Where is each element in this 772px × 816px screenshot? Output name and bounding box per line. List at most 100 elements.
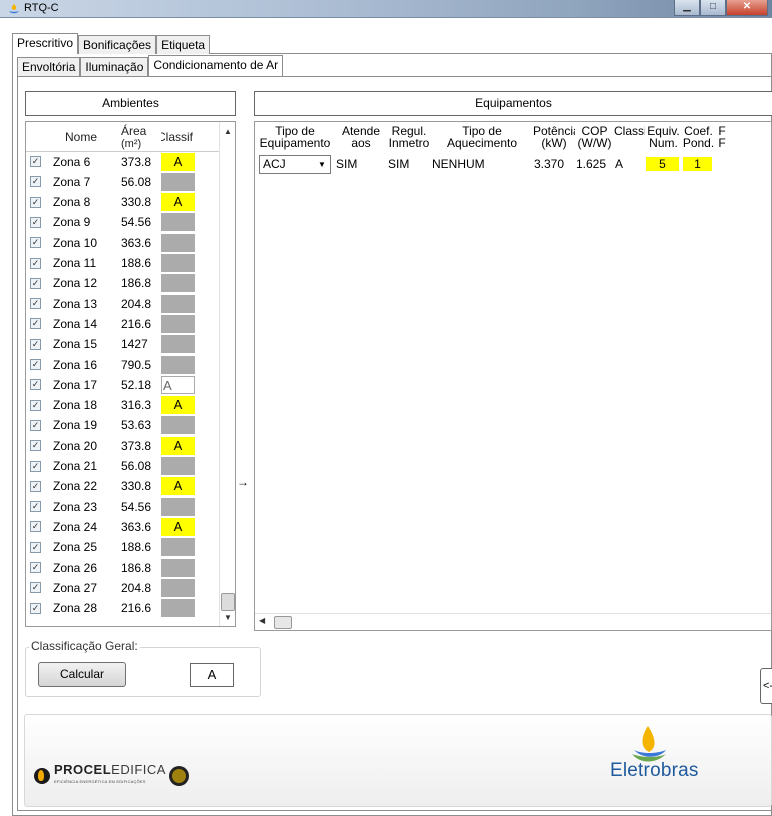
row-checkbox[interactable]: ✓: [30, 338, 41, 350]
row-checkbox[interactable]: ✓: [30, 196, 41, 208]
table-row[interactable]: ✓ Zona 16 790.5: [26, 355, 221, 374]
scroll-left-icon[interactable]: ◀: [259, 616, 265, 625]
table-row[interactable]: ✓ Zona 13 204.8: [26, 294, 221, 313]
table-row[interactable]: ✓ Zona 27 204.8: [26, 578, 221, 597]
collapse-button[interactable]: <-: [760, 668, 772, 704]
table-row[interactable]: ✓ Zona 8 330.8 A: [26, 193, 221, 212]
cell-aquecimento[interactable]: NENHUM: [432, 157, 534, 171]
row-checkbox[interactable]: ✓: [30, 480, 41, 492]
col-nome[interactable]: Nome: [53, 122, 121, 151]
table-row[interactable]: ✓ Zona 28 216.6: [26, 599, 221, 618]
col-header[interactable]: COP (W/W): [575, 122, 614, 154]
row-checkbox[interactable]: ✓: [30, 399, 41, 411]
table-row[interactable]: ✓ Zona 7 56.08: [26, 172, 221, 191]
col-classif[interactable]: Classif: [161, 122, 195, 151]
table-row[interactable]: ✓ Zona 26 186.8: [26, 558, 221, 577]
maximize-button[interactable]: □: [700, 0, 726, 16]
hscroll-thumb[interactable]: [274, 616, 292, 629]
cell-potencia[interactable]: 3.370: [534, 157, 576, 171]
table-row[interactable]: ✓ Zona 25 188.6: [26, 538, 221, 557]
col-area[interactable]: Área (m²): [121, 122, 161, 151]
row-checkbox[interactable]: ✓: [30, 216, 41, 228]
cell-area: 216.6: [121, 316, 152, 331]
tab-etiqueta[interactable]: Etiqueta: [156, 35, 211, 54]
row-checkbox[interactable]: ✓: [30, 277, 41, 289]
table-row[interactable]: ✓ Zona 10 363.6: [26, 233, 221, 252]
procel-rest: EDIFICA: [111, 762, 166, 777]
col-header-line1: Classif: [614, 124, 645, 138]
col-header[interactable]: Potência(kW): [533, 122, 575, 154]
row-checkbox[interactable]: ✓: [30, 440, 41, 452]
table-row[interactable]: ✓ Zona 9 54.56: [26, 213, 221, 232]
cell-cop[interactable]: 1.625: [576, 157, 615, 171]
row-checkbox[interactable]: ✓: [30, 318, 41, 330]
col-header[interactable]: Regul. Inmetro: [387, 122, 431, 154]
col-header[interactable]: Classif: [614, 122, 645, 154]
cell-atende[interactable]: SIM: [336, 157, 388, 171]
tab-iluminacao[interactable]: Iluminação: [80, 57, 149, 76]
row-checkbox[interactable]: ✓: [30, 237, 41, 249]
row-checkbox[interactable]: ✓: [30, 501, 41, 513]
col-header-line2: (kW): [541, 136, 567, 150]
col-header[interactable]: FF: [715, 122, 729, 154]
cell-nome: Zona 6: [53, 154, 91, 169]
cell-nome: Zona 8: [53, 195, 91, 210]
col-header[interactable]: Atende aos: [335, 122, 387, 154]
row-checkbox[interactable]: ✓: [30, 257, 41, 269]
tab-envoltoria[interactable]: Envoltória: [17, 57, 81, 76]
cell-classif: [161, 416, 195, 435]
cell-classif: [161, 172, 195, 191]
calcular-button[interactable]: Calcular: [38, 662, 126, 687]
table-row[interactable]: ✓ Zona 18 316.3 A: [26, 396, 221, 415]
scroll-down-icon[interactable]: ▼: [220, 610, 235, 626]
col-header[interactable]: Tipo de Aquecimento: [431, 122, 533, 154]
row-checkbox[interactable]: ✓: [30, 156, 41, 167]
cell-regul[interactable]: SIM: [388, 157, 432, 171]
cell-classif: [161, 254, 195, 272]
cell-nome: Zona 18: [53, 398, 98, 413]
row-checkbox[interactable]: ✓: [30, 541, 41, 553]
scroll-up-icon[interactable]: ▲: [220, 124, 235, 140]
table-row[interactable]: ✓ Zona 15 1427: [26, 335, 221, 354]
row-checkbox[interactable]: ✓: [30, 419, 41, 431]
equipamentos-header: Equipamentos: [254, 91, 772, 116]
col-header[interactable]: Coef. Pond.: [682, 122, 715, 154]
table-row[interactable]: ✓ Zona 24 363.6 A: [26, 517, 221, 536]
close-button[interactable]: ✕: [726, 0, 768, 16]
col-header[interactable]: Tipo de Equipamento: [255, 122, 335, 154]
table-row[interactable]: ✓ Zona 12 186.8: [26, 274, 221, 293]
ambientes-scrollbar[interactable]: ▲ ▼: [219, 122, 235, 626]
row-checkbox[interactable]: ✓: [30, 379, 41, 391]
row-checkbox[interactable]: ✓: [30, 176, 41, 188]
table-row[interactable]: ✓ Zona 6 373.8 A: [26, 152, 221, 171]
cell-nome: Zona 28: [53, 601, 98, 616]
row-checkbox[interactable]: ✓: [30, 562, 41, 573]
row-checkbox[interactable]: ✓: [30, 460, 41, 472]
row-checkbox[interactable]: ✓: [30, 602, 41, 614]
table-row[interactable]: ✓ Zona 11 188.6: [26, 254, 221, 273]
tab-condicionamento-de-ar[interactable]: Condicionamento de Ar: [148, 55, 284, 76]
cell-area: 186.8: [121, 276, 152, 291]
col-header[interactable]: Equiv. Num.: [645, 122, 682, 154]
table-row[interactable]: ✓ Zona 17 52.18 A: [26, 375, 221, 394]
table-row[interactable]: ACJ ▼ SIM SIM NENHUM 3.370 1.625 A 5 1: [255, 154, 726, 174]
tab-bonificacoes[interactable]: Bonificações: [78, 35, 157, 54]
table-row[interactable]: ✓ Zona 20 373.8 A: [26, 436, 221, 455]
table-row[interactable]: ✓ Zona 14 216.6: [26, 314, 221, 333]
table-row[interactable]: ✓ Zona 23 54.56: [26, 497, 221, 516]
window-title: RTQ-C: [24, 2, 59, 14]
cell-classif: A: [161, 477, 195, 496]
row-checkbox[interactable]: ✓: [30, 298, 41, 310]
scroll-thumb[interactable]: [221, 593, 235, 611]
table-row[interactable]: ✓ Zona 21 56.08: [26, 457, 221, 476]
table-row[interactable]: ✓ Zona 22 330.8 A: [26, 477, 221, 496]
equipamentos-hscrollbar[interactable]: ◀: [255, 613, 771, 630]
table-row[interactable]: ✓ Zona 19 53.63: [26, 416, 221, 435]
tab-prescritivo[interactable]: Prescritivo: [12, 33, 79, 54]
cell-nome: Zona 24: [53, 519, 98, 534]
row-checkbox[interactable]: ✓: [30, 582, 41, 594]
row-checkbox[interactable]: ✓: [30, 359, 41, 370]
minimize-button[interactable]: ▁: [674, 0, 700, 16]
tipo-equipamento-select[interactable]: ACJ ▼: [259, 154, 331, 174]
row-checkbox[interactable]: ✓: [30, 521, 41, 533]
